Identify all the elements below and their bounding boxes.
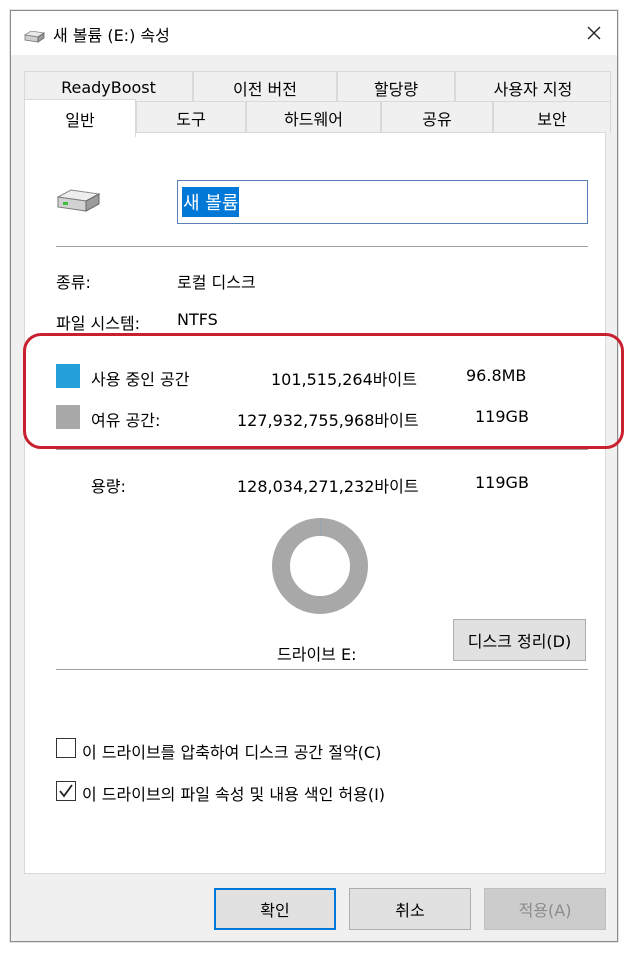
capacity-size: 119GB [475, 473, 529, 492]
tab-quota[interactable]: 할당량 [337, 71, 455, 103]
capacity-label: 용량: [91, 477, 126, 496]
volume-name-selection: 새 볼륨 [182, 187, 240, 217]
title-bar: 새 볼륨 (E:) 속성 [11, 11, 617, 55]
tab-tools[interactable]: 도구 [136, 101, 246, 133]
compress-checkbox[interactable] [56, 738, 76, 758]
tab-security[interactable]: 보안 [493, 101, 611, 133]
filesystem-value: NTFS [177, 310, 218, 329]
ok-button[interactable]: 확인 [214, 888, 336, 930]
tab-general[interactable]: 일반 [24, 99, 136, 137]
tab-previous-versions[interactable]: 이전 버전 [193, 71, 337, 103]
window-title: 새 볼륨 (E:) 속성 [53, 26, 170, 45]
index-checkbox-label[interactable]: 이 드라이브의 파일 속성 및 내용 색인 허용(I) [82, 781, 385, 805]
usage-donut-chart [272, 518, 368, 614]
disk-cleanup-button[interactable]: 디스크 정리(D) [453, 619, 586, 661]
type-value: 로컬 디스크 [177, 273, 256, 292]
properties-dialog: 새 볼륨 (E:) 속성 ReadyBoost 이전 버전 할당량 사용자 지정… [10, 10, 618, 942]
close-button[interactable] [571, 11, 617, 55]
drive-label: 드라이브 E: [277, 645, 357, 664]
index-checkbox[interactable] [56, 781, 76, 801]
capacity-bytes: 128,034,271,232바이트 [237, 477, 419, 496]
compress-checkbox-label[interactable]: 이 드라이브를 압축하여 디스크 공간 절약(C) [82, 739, 381, 763]
tab-sharing[interactable]: 공유 [381, 101, 493, 133]
filesystem-label: 파일 시스템: [56, 314, 141, 333]
divider-3 [56, 669, 588, 670]
cancel-button[interactable]: 취소 [349, 888, 471, 930]
tab-customize[interactable]: 사용자 지정 [455, 71, 611, 103]
space-highlight-annotation [23, 333, 624, 449]
volume-name-input[interactable]: 새 볼륨 [177, 180, 588, 224]
drive-icon [23, 28, 46, 47]
checkmark-icon [59, 784, 73, 798]
tab-hardware[interactable]: 하드웨어 [246, 101, 381, 133]
free-space-ring [272, 518, 368, 614]
type-label: 종류: [56, 273, 91, 292]
close-icon [587, 26, 601, 40]
volume-drive-icon [55, 188, 101, 218]
divider-1 [56, 246, 588, 247]
divider-2 [56, 449, 588, 450]
apply-button[interactable]: 적용(A) [484, 888, 606, 930]
general-tab-panel: 새 볼륨 종류: 로컬 디스크 파일 시스템: NTFS 사용 중인 공간 10… [24, 132, 606, 874]
